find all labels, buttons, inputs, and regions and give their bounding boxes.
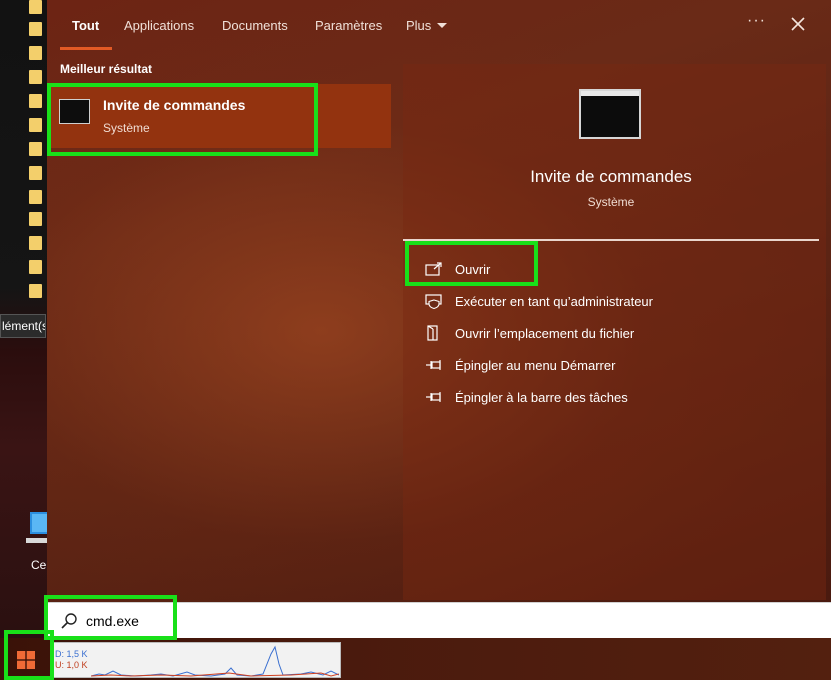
search-tabbar: Tout Applications Documents Paramètres P…	[47, 0, 831, 52]
search-bar[interactable]	[47, 602, 831, 638]
net-download-rate: D: 1,5 K	[55, 649, 88, 659]
close-icon[interactable]	[788, 14, 808, 34]
detail-title: Invite de commandes	[530, 167, 692, 186]
open-icon	[425, 262, 442, 276]
tab-more[interactable]: Plus	[406, 18, 448, 33]
action-open-file-location-label: Ouvrir l’emplacement du fichier	[455, 326, 635, 341]
detail-subtitle: Système	[587, 195, 635, 209]
desktop-folder-icon[interactable]	[29, 284, 42, 298]
network-monitor-widget[interactable]: D: 1,5 K U: 1,0 K	[52, 642, 341, 678]
tab-documents[interactable]: Documents	[222, 18, 288, 33]
best-match-result[interactable]: Invite de commandes Système	[47, 84, 391, 148]
tab-all[interactable]: Tout	[72, 18, 99, 33]
pin-icon	[426, 392, 441, 402]
divider	[403, 239, 819, 241]
desktop-folder-icon[interactable]	[29, 260, 42, 274]
this-pc-label: Ce	[31, 558, 47, 572]
desktop-folder-icon[interactable]	[29, 236, 42, 250]
desktop-tooltip: lément(s)	[0, 314, 46, 338]
desktop-folder-icon[interactable]	[29, 22, 42, 36]
more-options-icon[interactable]: ···	[747, 12, 766, 30]
best-match-heading: Meilleur résultat	[60, 62, 153, 76]
desktop-folder-icon[interactable]	[29, 142, 42, 156]
taskbar: D: 1,5 K U: 1,0 K	[0, 638, 831, 680]
pin-icon	[426, 360, 441, 370]
desktop-folder-icon[interactable]	[29, 0, 42, 14]
chevron-down-icon	[437, 23, 448, 28]
this-pc-icon[interactable]	[26, 510, 47, 550]
desktop-folder-icon[interactable]	[29, 190, 42, 204]
command-prompt-large-icon	[579, 89, 641, 139]
network-activity-graph	[91, 645, 339, 677]
tab-applications[interactable]: Applications	[124, 18, 194, 33]
desktop-folder-icon[interactable]	[29, 70, 42, 84]
detail-pane: Invite de commandes Système Ouvrir Exécu…	[403, 64, 826, 600]
tab-settings[interactable]: Paramètres	[315, 18, 382, 33]
search-icon	[61, 613, 77, 629]
action-run-as-admin-label: Exécuter en tant qu’administrateur	[455, 294, 653, 309]
result-subtitle: Système	[103, 121, 150, 135]
windows-logo-icon	[17, 651, 35, 669]
desktop-folder-icon[interactable]	[29, 94, 42, 108]
file-location-icon	[427, 325, 438, 341]
command-prompt-icon	[59, 99, 90, 124]
action-pin-taskbar-label: Épingler à la barre des tâches	[455, 390, 628, 405]
search-input[interactable]	[86, 610, 786, 632]
desktop-folder-icon[interactable]	[29, 212, 42, 226]
active-tab-indicator	[60, 47, 112, 50]
desktop-folder-icon[interactable]	[29, 118, 42, 132]
action-pin-start-label: Épingler au menu Démarrer	[455, 358, 616, 373]
start-button[interactable]	[4, 638, 48, 680]
action-open-label: Ouvrir	[455, 262, 491, 277]
net-upload-rate: U: 1,0 K	[55, 660, 88, 670]
result-title: Invite de commandes	[103, 97, 246, 113]
start-menu: Tout Applications Documents Paramètres P…	[47, 0, 831, 602]
desktop-background: lément(s) Ce	[0, 0, 47, 640]
desktop-folder-icon[interactable]	[29, 166, 42, 180]
run-as-admin-icon	[425, 294, 442, 309]
desktop-folder-icon[interactable]	[29, 46, 42, 60]
